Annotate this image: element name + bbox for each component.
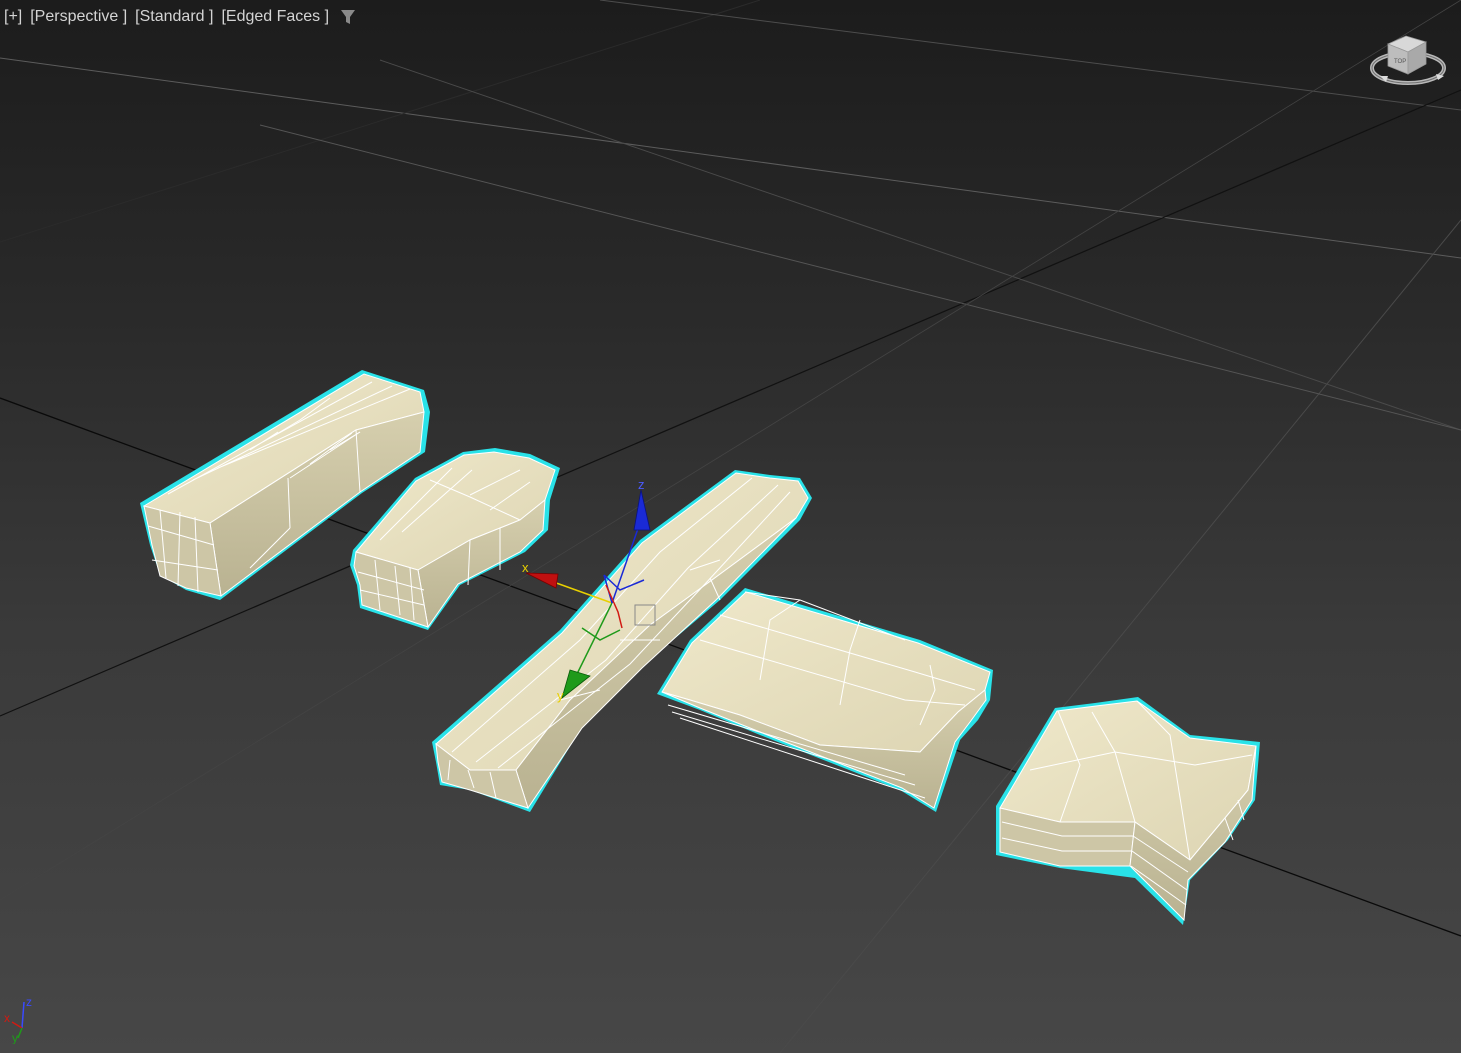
wood-piece-4[interactable] (657, 588, 993, 812)
viewcube-navigation-icon[interactable]: TOP (1366, 30, 1448, 96)
perspective-viewport[interactable]: x y z [+] [Perspective ] [Standard ] [Ed… (0, 0, 1461, 1053)
grid-line (259, 124, 1461, 431)
grid-line (599, 0, 1461, 111)
grid-line (0, 57, 1461, 259)
gizmo-z-label: z (638, 477, 645, 492)
gizmo-x-arrow-icon (525, 572, 559, 589)
mini-axis-z-label: z (26, 995, 32, 1009)
viewport-point-of-view-menu[interactable]: [Perspective ] (30, 8, 127, 26)
world-axis-tripod: z x y (4, 995, 32, 1044)
gizmo-x-label: x (522, 560, 529, 575)
grid-line (379, 59, 1461, 431)
mini-axis-y-label: y (12, 1031, 18, 1044)
mini-axis-x-label: x (4, 1011, 10, 1025)
gizmo-y-label: y (557, 688, 564, 703)
viewport-general-menu[interactable]: [+] (4, 8, 22, 26)
gizmo-z-arrow-icon (633, 489, 651, 531)
grid-line (0, 0, 761, 243)
scene-canvas[interactable]: x y z (0, 0, 1461, 1053)
viewport-shading-standard-menu[interactable]: [Standard ] (135, 8, 213, 26)
viewcube-face-label: TOP (1394, 59, 1406, 65)
viewport-label-menu: [+] [Perspective ] [Standard ] [Edged Fa… (4, 6, 357, 28)
wood-piece-5[interactable] (996, 697, 1260, 925)
viewport-display-mode-menu[interactable]: [Edged Faces ] (221, 8, 329, 26)
funnel-filter-icon[interactable] (339, 8, 357, 26)
